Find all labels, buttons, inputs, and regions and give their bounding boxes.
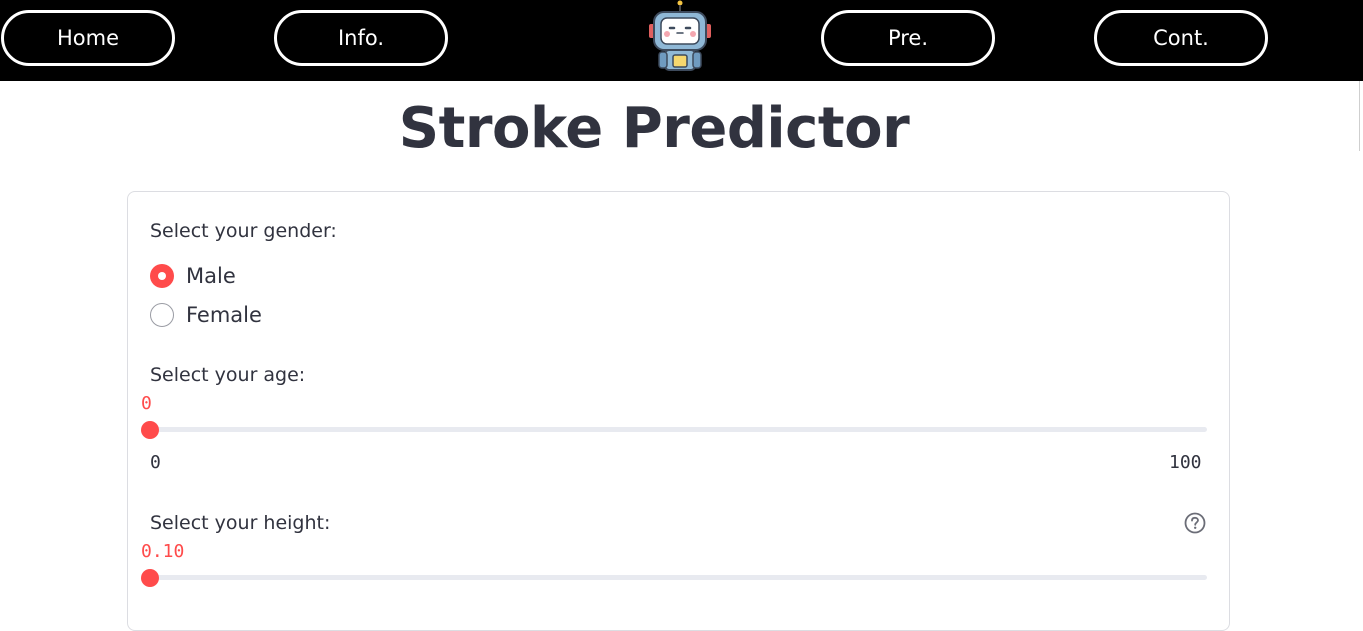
height-slider-thumb[interactable]	[141, 569, 159, 587]
height-label: Select your height:	[150, 512, 331, 534]
scrollbar-edge	[1359, 81, 1360, 151]
age-label: Select your age:	[150, 364, 306, 386]
age-value: 0	[141, 393, 152, 414]
radio-female-label: Female	[186, 303, 262, 327]
top-navbar: Home Info. Pre. Cont.	[0, 0, 1363, 81]
age-slider-thumb[interactable]	[141, 421, 159, 439]
radio-male[interactable]: Male	[150, 263, 236, 289]
nav-pre-button[interactable]: Pre.	[821, 10, 995, 66]
nav-home-button[interactable]: Home	[1, 10, 175, 66]
radio-male-label: Male	[186, 264, 236, 288]
radio-female-indicator[interactable]	[150, 303, 174, 327]
age-slider-track[interactable]	[150, 427, 1207, 432]
input-form	[127, 191, 1230, 631]
height-value: 0.10	[141, 541, 185, 562]
age-max-label: 100	[1169, 452, 1202, 473]
age-min-label: 0	[150, 452, 161, 473]
page-title: Stroke Predictor	[398, 96, 910, 161]
nav-info-button[interactable]: Info.	[274, 10, 448, 66]
radio-female[interactable]: Female	[150, 302, 262, 328]
nav-cont-button[interactable]: Cont.	[1094, 10, 1268, 66]
robot-icon	[649, 0, 711, 71]
height-slider-track[interactable]	[150, 575, 1207, 580]
radio-male-indicator[interactable]	[150, 264, 174, 288]
gender-label: Select your gender:	[150, 220, 337, 242]
question-circle-icon[interactable]	[1184, 512, 1206, 534]
